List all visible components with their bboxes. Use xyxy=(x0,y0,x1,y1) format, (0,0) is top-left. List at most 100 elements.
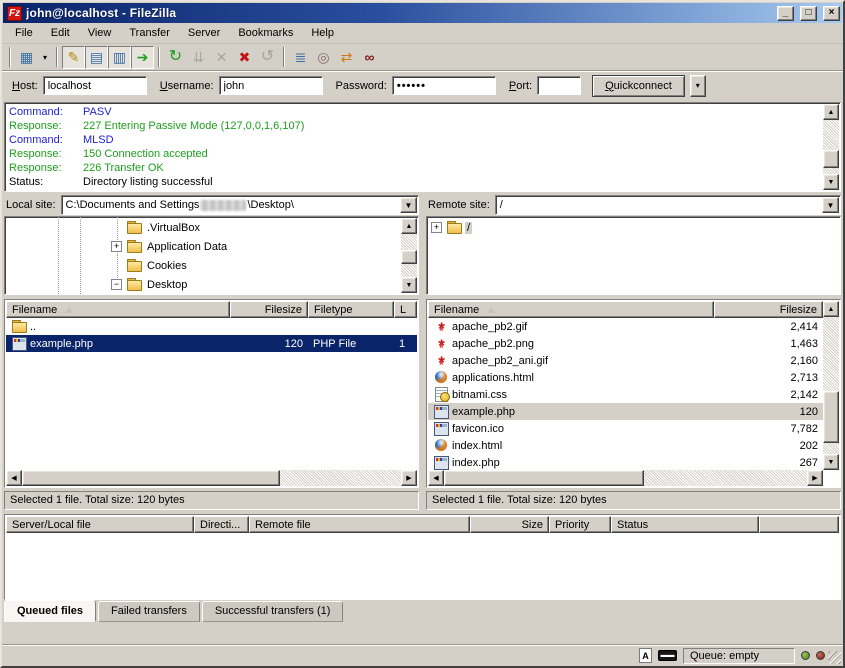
scroll-right-icon[interactable]: ▶ xyxy=(401,470,417,486)
local-file-row[interactable]: .. xyxy=(6,318,417,335)
host-input[interactable] xyxy=(43,76,147,95)
column-header-status[interactable]: Status xyxy=(611,516,759,533)
menu-edit[interactable]: Edit xyxy=(42,24,79,42)
column-header-remote-file[interactable]: Remote file xyxy=(249,516,470,533)
local-file-row-selected[interactable]: example.php 120 PHP File 1 xyxy=(6,335,417,352)
tab-failed-transfers[interactable]: Failed transfers xyxy=(98,601,200,622)
column-header-size[interactable]: Size xyxy=(470,516,549,533)
synchronized-browsing-button[interactable]: ⇄ xyxy=(335,46,358,69)
data-type-ascii-icon[interactable]: A xyxy=(639,648,652,663)
menu-server[interactable]: Server xyxy=(179,24,229,42)
remote-site-combo[interactable]: / ▼ xyxy=(495,195,841,215)
remote-file-row[interactable]: favicon.ico 7,782 xyxy=(428,420,823,437)
port-input[interactable] xyxy=(537,76,581,95)
site-manager-button[interactable]: ▦ xyxy=(15,46,38,69)
maximize-button[interactable]: □ xyxy=(800,6,817,21)
scroll-up-icon[interactable]: ▲ xyxy=(823,104,839,120)
tab-successful-transfers[interactable]: Successful transfers (1) xyxy=(202,601,344,622)
menu-bookmarks[interactable]: Bookmarks xyxy=(229,24,302,42)
tree-item-root[interactable]: + / xyxy=(427,218,840,237)
remote-file-row[interactable]: index.php 267 xyxy=(428,454,823,470)
expand-plus-icon[interactable]: + xyxy=(111,241,122,252)
queue-body[interactable] xyxy=(6,533,839,598)
scroll-left-icon[interactable]: ◀ xyxy=(428,470,444,486)
column-header-filesize[interactable]: Filesize xyxy=(714,301,823,318)
password-input[interactable] xyxy=(392,76,496,95)
pane-splitter[interactable] xyxy=(419,194,426,510)
cancel-operation-button[interactable]: ✕ xyxy=(210,46,233,69)
column-header-filename[interactable]: Filename xyxy=(6,301,230,318)
title-bar[interactable]: Fz john@localhost - FileZilla _ □ × xyxy=(3,3,842,23)
refresh-button[interactable]: ↻ xyxy=(164,46,187,69)
username-input[interactable] xyxy=(219,76,323,95)
toggle-queue-button[interactable]: ➔ xyxy=(131,46,154,69)
search-files-button[interactable]: ∞ xyxy=(358,46,381,69)
scroll-left-icon[interactable]: ◀ xyxy=(6,470,22,486)
process-queue-button[interactable]: ⇊ xyxy=(187,46,210,69)
menu-file[interactable]: File xyxy=(6,24,42,42)
resize-grip[interactable] xyxy=(828,651,841,664)
toggle-remote-tree-button[interactable]: ▥ xyxy=(108,46,131,69)
column-header-priority[interactable]: Priority xyxy=(549,516,611,533)
remote-vertical-scrollbar[interactable]: ▲ ▼ xyxy=(823,301,839,470)
combo-dropdown-icon[interactable]: ▼ xyxy=(822,197,839,213)
scroll-thumb[interactable] xyxy=(401,250,417,264)
scroll-down-icon[interactable]: ▼ xyxy=(823,174,839,190)
column-header-filetype[interactable]: Filetype xyxy=(308,301,394,318)
close-button[interactable]: × xyxy=(823,6,840,21)
tree-item-virtualbox[interactable]: .VirtualBox xyxy=(5,218,418,237)
remote-horizontal-scrollbar[interactable]: ◀ ▶ xyxy=(428,470,823,486)
column-header-lastmodified[interactable]: L xyxy=(394,301,417,318)
sort-ascending-icon xyxy=(487,303,495,313)
remote-file-row-selected[interactable]: example.php 120 xyxy=(428,403,823,420)
log-text: MLSD xyxy=(83,133,114,147)
column-header-direction[interactable]: Directi... xyxy=(194,516,249,533)
log-text: 226 Transfer OK xyxy=(83,161,164,175)
scroll-up-icon[interactable]: ▲ xyxy=(401,218,417,234)
column-header-filename[interactable]: Filename xyxy=(428,301,714,318)
remote-file-row[interactable]: bitnami.css 2,142 xyxy=(428,386,823,403)
scroll-thumb[interactable] xyxy=(823,391,839,443)
minimize-button[interactable]: _ xyxy=(777,6,794,21)
tab-queued-files[interactable]: Queued files xyxy=(4,600,96,622)
reconnect-button[interactable]: ↺ xyxy=(256,46,279,69)
scroll-thumb[interactable] xyxy=(823,150,839,168)
toggle-local-tree-button[interactable]: ▤ xyxy=(85,46,108,69)
tree-item-cookies[interactable]: Cookies xyxy=(5,256,418,275)
speed-limit-icon[interactable]: ▬▬ xyxy=(658,650,677,661)
local-tree-scrollbar[interactable]: ▲ ▼ xyxy=(401,218,417,293)
scroll-thumb[interactable] xyxy=(22,470,280,486)
remote-file-row[interactable]: apache_pb2.gif 2,414 xyxy=(428,318,823,335)
menu-transfer[interactable]: Transfer xyxy=(120,24,179,42)
site-manager-dropdown[interactable]: ▾ xyxy=(38,46,52,69)
remote-file-row[interactable]: apache_pb2_ani.gif 2,160 xyxy=(428,352,823,369)
collapse-minus-icon[interactable]: − xyxy=(111,279,122,290)
combo-dropdown-icon[interactable]: ▼ xyxy=(400,197,417,213)
remote-file-row[interactable]: applications.html 2,713 xyxy=(428,369,823,386)
quickconnect-button[interactable]: Quickconnect xyxy=(592,75,685,97)
local-horizontal-scrollbar[interactable]: ◀ ▶ xyxy=(6,470,417,486)
scroll-right-icon[interactable]: ▶ xyxy=(807,470,823,486)
column-header-server-local-file[interactable]: Server/Local file xyxy=(6,516,194,533)
tree-item-application-data[interactable]: + Application Data xyxy=(5,237,418,256)
expand-plus-icon[interactable]: + xyxy=(431,222,442,233)
column-header-filesize[interactable]: Filesize xyxy=(230,301,308,318)
remote-file-row[interactable]: index.html 202 xyxy=(428,437,823,454)
tree-item-desktop[interactable]: − Desktop xyxy=(5,275,418,294)
scroll-down-icon[interactable]: ▼ xyxy=(823,454,839,470)
menu-help[interactable]: Help xyxy=(302,24,343,42)
remote-list-header: Filename Filesize xyxy=(428,301,823,318)
scroll-down-icon[interactable]: ▼ xyxy=(401,277,417,293)
scroll-up-icon[interactable]: ▲ xyxy=(823,301,839,317)
directory-filters-button[interactable]: ≣ xyxy=(289,46,312,69)
image-file-icon xyxy=(433,336,450,351)
directory-comparison-button[interactable]: ◎ xyxy=(312,46,335,69)
local-site-combo[interactable]: C:\Documents and Settings\Desktop\ ▼ xyxy=(61,195,419,215)
disconnect-button[interactable]: ✖ xyxy=(233,46,256,69)
quickconnect-dropdown[interactable]: ▾ xyxy=(690,75,706,97)
log-scrollbar[interactable]: ▲ ▼ xyxy=(823,104,839,190)
scroll-thumb[interactable] xyxy=(444,470,644,486)
remote-file-row[interactable]: apache_pb2.png 1,463 xyxy=(428,335,823,352)
menu-view[interactable]: View xyxy=(79,24,121,42)
toggle-message-log-button[interactable]: ✎ xyxy=(62,46,85,69)
